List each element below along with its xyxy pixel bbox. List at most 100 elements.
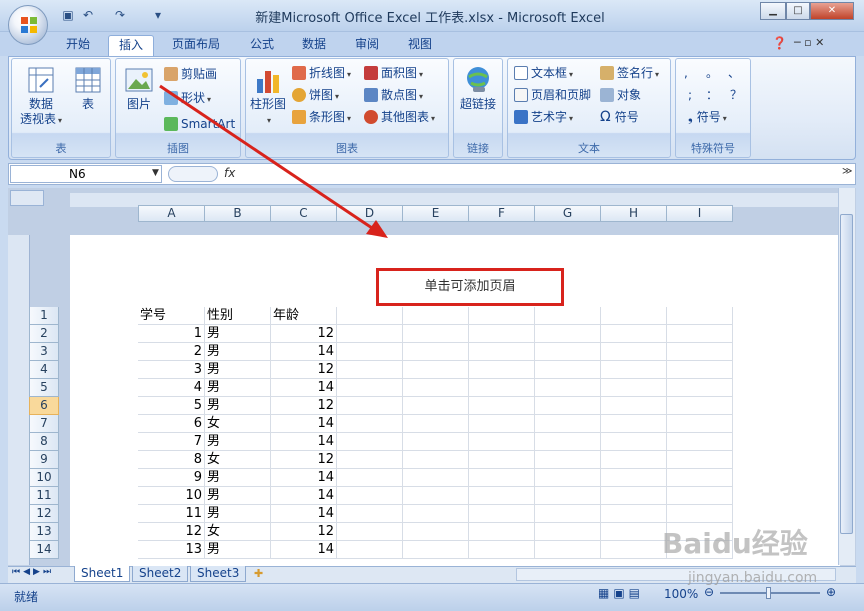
cell-c13[interactable]: 12: [271, 523, 337, 541]
cell-f11[interactable]: [469, 487, 535, 505]
cell-e12[interactable]: [403, 505, 469, 523]
cell-d10[interactable]: [337, 469, 403, 487]
cell-h5[interactable]: [601, 379, 667, 397]
cell-e13[interactable]: [403, 523, 469, 541]
zoom-out-icon[interactable]: ⊖: [704, 585, 714, 599]
cell-e9[interactable]: [403, 451, 469, 469]
cell-d3[interactable]: [337, 343, 403, 361]
help-icon[interactable]: ❓: [772, 36, 787, 50]
cell-f10[interactable]: [469, 469, 535, 487]
bar-chart-button[interactable]: 条形图 ▾: [292, 108, 351, 126]
cell-c5[interactable]: 14: [271, 379, 337, 397]
insert-function-button[interactable]: fx: [224, 166, 235, 180]
tab-data[interactable]: 数据: [292, 35, 336, 55]
cell-f12[interactable]: [469, 505, 535, 523]
cell-a11[interactable]: 10: [138, 487, 205, 505]
symbol-button[interactable]: Ω 符号: [600, 108, 639, 126]
cell-d5[interactable]: [337, 379, 403, 397]
table-button[interactable]: 表: [72, 65, 104, 112]
cell-i2[interactable]: [667, 325, 733, 343]
cell-e5[interactable]: [403, 379, 469, 397]
cell-i12[interactable]: [667, 505, 733, 523]
cell-a1[interactable]: 学号: [138, 307, 205, 325]
cell-b6[interactable]: 男: [205, 397, 271, 415]
symbol-semicolon[interactable]: ;: [688, 86, 692, 104]
cell-g7[interactable]: [535, 415, 601, 433]
cell-d1[interactable]: [337, 307, 403, 325]
cell-a7[interactable]: 6: [138, 415, 205, 433]
cell-c8[interactable]: 14: [271, 433, 337, 451]
cell-f9[interactable]: [469, 451, 535, 469]
cell-h3[interactable]: [601, 343, 667, 361]
cell-h11[interactable]: [601, 487, 667, 505]
undo-icon[interactable]: ↶: [80, 7, 96, 23]
cell-h4[interactable]: [601, 361, 667, 379]
cell-a10[interactable]: 9: [138, 469, 205, 487]
cell-e8[interactable]: [403, 433, 469, 451]
cell-f13[interactable]: [469, 523, 535, 541]
sheet-nav-arrows-icon[interactable]: ⏮◀▶⏭: [12, 567, 54, 577]
cell-d13[interactable]: [337, 523, 403, 541]
picture-button[interactable]: 图片: [122, 65, 156, 112]
wordart-button[interactable]: 艺术字 ▾: [514, 108, 573, 126]
cell-g10[interactable]: [535, 469, 601, 487]
column-header-e[interactable]: E: [403, 205, 469, 222]
cell-h14[interactable]: [601, 541, 667, 559]
select-all-corner[interactable]: [10, 190, 44, 206]
cell-c14[interactable]: 14: [271, 541, 337, 559]
cell-d2[interactable]: [337, 325, 403, 343]
cell-h10[interactable]: [601, 469, 667, 487]
sheet-tab-3[interactable]: Sheet3: [190, 566, 247, 582]
zoom-level[interactable]: 100%: [664, 587, 698, 601]
cell-b9[interactable]: 女: [205, 451, 271, 469]
area-chart-button[interactable]: 面积图 ▾: [364, 64, 423, 82]
column-header-d[interactable]: D: [337, 205, 403, 222]
cell-b10[interactable]: 男: [205, 469, 271, 487]
cell-a14[interactable]: 13: [138, 541, 205, 559]
cell-f8[interactable]: [469, 433, 535, 451]
redo-icon[interactable]: ↷: [112, 7, 128, 23]
textbox-button[interactable]: 文本框 ▾: [514, 64, 573, 82]
office-button[interactable]: [8, 5, 48, 45]
cell-e6[interactable]: [403, 397, 469, 415]
cell-a2[interactable]: 1: [138, 325, 205, 343]
cell-b14[interactable]: 男: [205, 541, 271, 559]
column-chart-button[interactable]: 柱形图 ▾: [249, 65, 287, 128]
cell-a9[interactable]: 8: [138, 451, 205, 469]
row-header-1[interactable]: 1: [29, 307, 59, 325]
cell-d6[interactable]: [337, 397, 403, 415]
cell-c11[interactable]: 14: [271, 487, 337, 505]
name-box[interactable]: N6: [10, 165, 162, 183]
row-header-4[interactable]: 4: [29, 361, 59, 379]
cell-b7[interactable]: 女: [205, 415, 271, 433]
cell-h2[interactable]: [601, 325, 667, 343]
other-charts-button[interactable]: 其他图表 ▾: [364, 108, 435, 126]
cell-f1[interactable]: [469, 307, 535, 325]
cell-a8[interactable]: 7: [138, 433, 205, 451]
row-header-9[interactable]: 9: [29, 451, 59, 469]
cell-g13[interactable]: [535, 523, 601, 541]
symbol-period[interactable]: 。: [706, 64, 718, 82]
cell-h6[interactable]: [601, 397, 667, 415]
header-placeholder[interactable]: 单击可添加页眉: [376, 268, 564, 306]
cell-b13[interactable]: 女: [205, 523, 271, 541]
cell-b4[interactable]: 男: [205, 361, 271, 379]
header-footer-button[interactable]: 页眉和页脚: [514, 86, 591, 104]
cell-h7[interactable]: [601, 415, 667, 433]
cell-f4[interactable]: [469, 361, 535, 379]
column-header-c[interactable]: C: [271, 205, 337, 222]
pivot-table-button[interactable]: 数据 透视表 ▾: [18, 65, 64, 128]
save-icon[interactable]: ▣: [60, 7, 76, 23]
cell-d7[interactable]: [337, 415, 403, 433]
column-header-h[interactable]: H: [601, 205, 667, 222]
cell-f2[interactable]: [469, 325, 535, 343]
column-header-g[interactable]: G: [535, 205, 601, 222]
sheet-tab-1[interactable]: Sheet1: [74, 566, 131, 582]
vertical-scroll-thumb[interactable]: [840, 214, 853, 534]
smartart-button[interactable]: SmartArt: [164, 115, 235, 133]
cell-f3[interactable]: [469, 343, 535, 361]
customize-qat-icon[interactable]: ▾: [150, 7, 166, 23]
cell-i8[interactable]: [667, 433, 733, 451]
cell-c9[interactable]: 12: [271, 451, 337, 469]
cell-e4[interactable]: [403, 361, 469, 379]
